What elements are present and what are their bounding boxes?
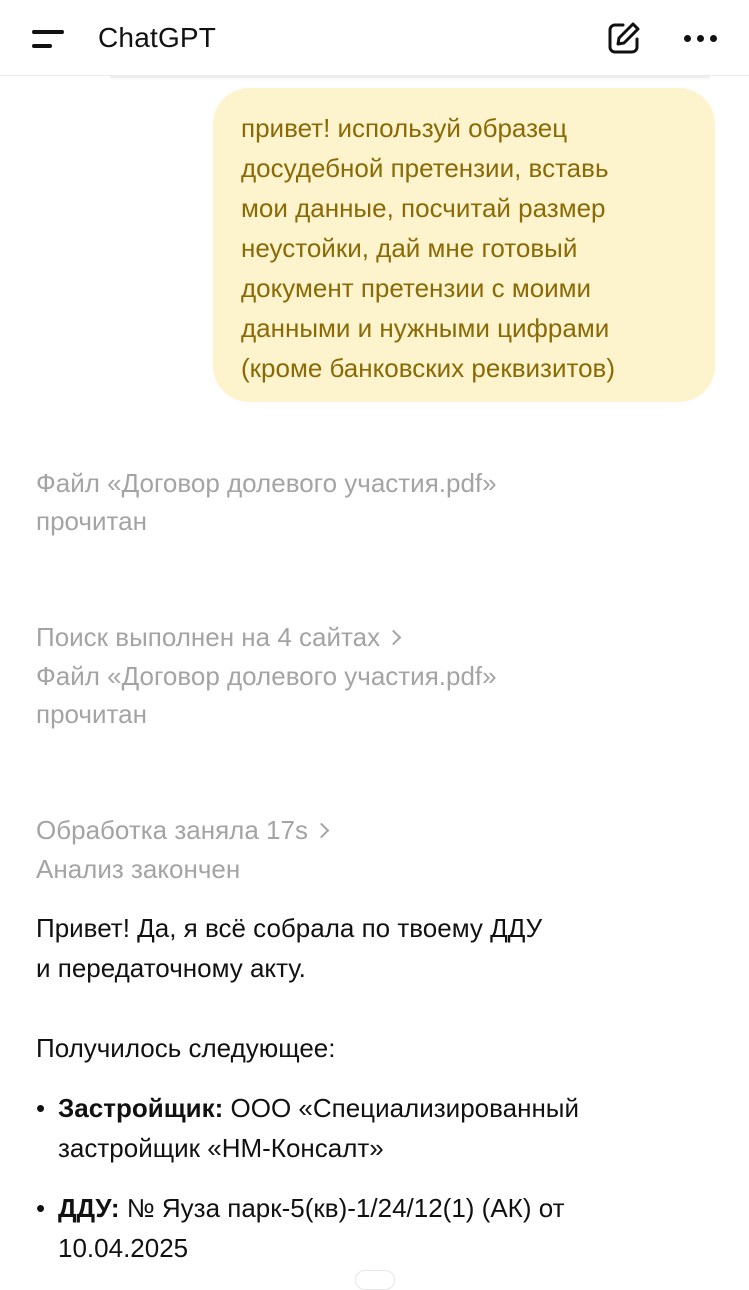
status-processing-label: Обработка заняла 17s: [36, 815, 308, 845]
bullet-value: № Яуза парк-5(кв)-1/24/12(1) (АК) от 10.…: [58, 1193, 565, 1263]
bullet-label: ДДУ:: [58, 1193, 120, 1223]
menu-icon[interactable]: [28, 22, 68, 58]
status-file-read-2: Файл «Договор долевого участия.pdf» проч…: [36, 661, 497, 729]
status-file-read: Файл «Договор долевого участия.pdf» проч…: [36, 468, 497, 536]
app-title: ChatGPT: [98, 22, 217, 53]
scroll-shadow: [110, 76, 710, 80]
new-chat-icon[interactable]: [604, 18, 644, 58]
assistant-intro: Привет! Да, я всё собрала по твоему ДДУ …: [36, 913, 543, 983]
more-options-icon[interactable]: [680, 26, 720, 52]
chevron-right-icon: [385, 629, 402, 646]
user-message-bubble: привет! используй образец досудебной пре…: [213, 88, 715, 402]
status-processing-time[interactable]: Обработка заняла 17s: [36, 773, 330, 849]
user-message-text: привет! используй образец досудебной пре…: [241, 113, 616, 383]
status-search-done[interactable]: Поиск выполнен на 4 сайтах: [36, 580, 402, 656]
chevron-right-icon: [313, 822, 330, 839]
assistant-result-heading: Получилось следующее:: [36, 1033, 336, 1063]
scroll-down-button[interactable]: [355, 1270, 395, 1290]
bullet-dot-icon: •: [36, 1193, 46, 1223]
status-search-label: Поиск выполнен на 4 сайтах: [36, 622, 381, 652]
top-bar: ChatGPT: [0, 0, 749, 76]
bullet-label: Застройщик:: [58, 1093, 224, 1123]
bullet-dot-icon: •: [36, 1093, 46, 1123]
status-analysis-done: Анализ закончен: [36, 854, 241, 884]
